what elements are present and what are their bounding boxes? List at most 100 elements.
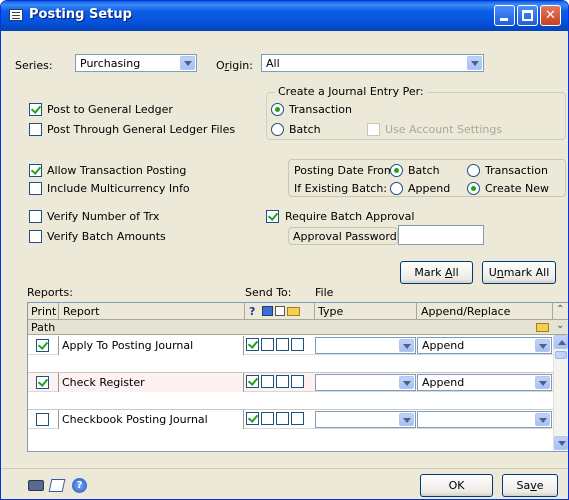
col-path-header: Path [31, 321, 56, 334]
scroll-thumb[interactable] [555, 351, 567, 359]
send-file-checkbox[interactable] [276, 412, 289, 425]
chevron-down-icon[interactable] [535, 339, 550, 352]
row-type-dropdown[interactable] [315, 374, 416, 391]
post-to-gl-checkbox[interactable] [29, 103, 42, 116]
chevron-down-icon[interactable] [535, 376, 550, 389]
send-screen-checkbox[interactable] [246, 338, 259, 351]
approval-password-field[interactable] [398, 225, 484, 245]
send-printer-checkbox[interactable] [261, 375, 274, 388]
row-print-checkbox[interactable] [36, 339, 49, 352]
col-type-header: Type [318, 305, 344, 318]
maximize-button[interactable] [517, 5, 538, 26]
row-path-cell[interactable] [28, 355, 554, 373]
col-print-header: Print [31, 305, 57, 318]
send-screen-checkbox[interactable] [246, 412, 259, 425]
existing-batch-create-new-label: Create New [485, 182, 550, 195]
row-print-checkbox[interactable] [36, 376, 49, 389]
row-path-cell[interactable] [28, 392, 554, 410]
row-type-dropdown[interactable] [315, 411, 416, 428]
title-bar[interactable]: Posting Setup ✕ [1, 1, 568, 31]
collapse-up-icon[interactable]: ⌃ [556, 304, 564, 315]
send-printer-checkbox[interactable] [261, 338, 274, 351]
journal-transaction-label: Transaction [289, 103, 352, 116]
chevron-down-icon[interactable] [180, 56, 195, 70]
printer-icon[interactable] [275, 306, 285, 316]
send-email-checkbox[interactable] [291, 412, 304, 425]
printer-icon[interactable] [28, 480, 44, 491]
grid-header: Print Report ? Type Append/Replace ⌃ [28, 303, 568, 320]
journal-batch-label: Batch [289, 123, 321, 136]
save-button[interactable]: Save [502, 474, 558, 497]
existing-batch-create-new-radio[interactable] [467, 182, 480, 195]
col-report-header: Report [63, 305, 100, 318]
journal-transaction-radio[interactable] [271, 103, 284, 116]
send-printer-checkbox[interactable] [261, 412, 274, 425]
help-icon[interactable]: ? [249, 305, 255, 318]
col-append-header: Append/Replace [421, 305, 511, 318]
unmark-all-button[interactable]: Unmark All [482, 261, 556, 284]
post-to-gl-label: Post to General Ledger [47, 103, 173, 116]
existing-batch-append-radio[interactable] [390, 182, 403, 195]
verify-number-trx-checkbox[interactable] [29, 210, 42, 223]
row-append-dropdown[interactable]: Append [417, 374, 552, 391]
close-icon: ✕ [545, 8, 556, 23]
minimize-button[interactable] [494, 5, 515, 26]
ok-button[interactable]: OK [420, 474, 493, 497]
origin-dropdown[interactable]: All [261, 54, 484, 72]
require-batch-approval-label: Require Batch Approval [285, 210, 415, 223]
close-button[interactable]: ✕ [540, 5, 561, 26]
send-file-checkbox[interactable] [276, 338, 289, 351]
row-report-cell: Apply To Posting Journal [58, 336, 244, 355]
row-print-checkbox[interactable] [36, 413, 49, 426]
send-email-checkbox[interactable] [291, 375, 304, 388]
post-through-gl-label: Post Through General Ledger Files [47, 123, 236, 136]
posting-date-transaction-radio[interactable] [467, 164, 480, 177]
window-app-icon [9, 9, 23, 21]
note-icon[interactable] [48, 479, 66, 492]
include-multicurrency-checkbox[interactable] [29, 182, 42, 195]
grid-row[interactable]: Checkbook Posting Journal [28, 410, 554, 447]
row-type-dropdown[interactable] [315, 337, 416, 354]
posting-date-batch-label: Batch [408, 164, 440, 177]
send-email-checkbox[interactable] [291, 338, 304, 351]
help-icon[interactable]: ? [72, 478, 87, 493]
verify-batch-amounts-checkbox[interactable] [29, 230, 42, 243]
verify-number-trx-label: Verify Number of Trx [47, 210, 160, 223]
send-file-checkbox[interactable] [276, 375, 289, 388]
require-batch-approval-checkbox[interactable] [266, 210, 279, 223]
row-report-cell: Checkbook Posting Journal [58, 410, 244, 429]
post-through-gl-checkbox[interactable] [29, 123, 42, 136]
send-to-label: Send To: [245, 286, 292, 299]
chevron-down-icon[interactable] [535, 413, 550, 426]
row-append-dropdown[interactable]: Append [417, 337, 552, 354]
chevron-down-icon[interactable] [399, 376, 414, 389]
scroll-down-icon[interactable] [554, 436, 568, 450]
chevron-down-icon[interactable] [399, 339, 414, 352]
series-dropdown[interactable]: Purchasing [75, 54, 197, 72]
journal-batch-radio[interactable] [271, 123, 284, 136]
file-label: File [315, 286, 334, 299]
chevron-down-icon[interactable] [467, 56, 482, 70]
posting-date-label: Posting Date From: [294, 164, 399, 177]
folder-icon[interactable] [287, 307, 300, 316]
allow-transaction-posting-label: Allow Transaction Posting [47, 164, 187, 177]
grid-vertical-scrollbar[interactable] [553, 335, 568, 451]
row-append-dropdown[interactable] [417, 411, 552, 428]
grid-row[interactable]: Check Register Append [28, 373, 554, 410]
series-value: Purchasing [80, 57, 141, 70]
folder-icon[interactable] [536, 323, 549, 332]
chevron-down-icon[interactable] [399, 413, 414, 426]
grid-row[interactable]: Apply To Posting Journal Append [28, 336, 554, 373]
include-multicurrency-label: Include Multicurrency Info [47, 182, 190, 195]
allow-transaction-posting-checkbox[interactable] [29, 164, 42, 177]
use-account-settings-checkbox[interactable] [367, 123, 380, 136]
expand-down-icon[interactable]: ⌄ [556, 320, 564, 331]
scroll-up-icon[interactable] [554, 335, 568, 349]
posting-date-transaction-label: Transaction [485, 164, 548, 177]
journal-entry-group-title: Create a Journal Entry Per: [275, 85, 427, 98]
screen-icon[interactable] [262, 306, 273, 316]
send-screen-checkbox[interactable] [246, 375, 259, 388]
window-title: Posting Setup [29, 7, 132, 22]
posting-date-batch-radio[interactable] [390, 164, 403, 177]
mark-all-button[interactable]: Mark All [400, 261, 473, 284]
